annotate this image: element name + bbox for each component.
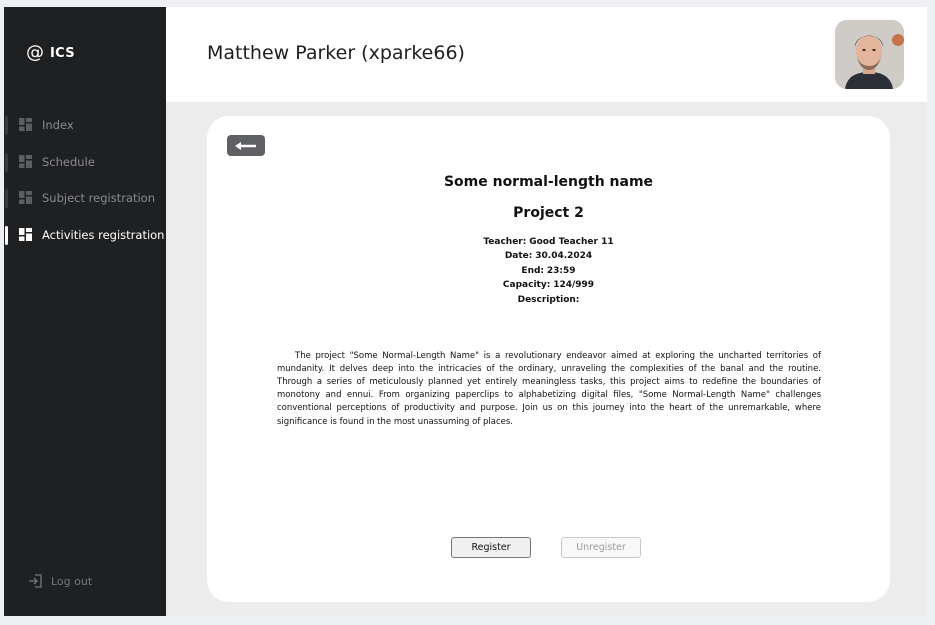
grid-icon	[19, 191, 32, 204]
unregister-button[interactable]: Unregister	[561, 537, 641, 558]
sidebar-item-schedule[interactable]: Schedule	[4, 144, 166, 181]
capacity-label: Capacity:	[502, 280, 551, 291]
app-window: @ ICS Index Schedule Subject registratio…	[4, 7, 927, 616]
teacher-value: Good Teacher 11	[529, 237, 614, 247]
sidebar-item-index[interactable]: Index	[4, 107, 166, 144]
register-button[interactable]: Register	[451, 537, 531, 558]
activity-details: Teacher: Good Teacher 11 Date: 30.04.202…	[207, 235, 890, 307]
sidebar-item-label: Subject registration	[42, 191, 155, 206]
nav-marker	[5, 152, 8, 172]
grid-icon	[19, 154, 32, 168]
brand-logo: @ ICS	[26, 44, 75, 62]
activity-subtitle: Project 2	[513, 205, 584, 221]
capacity-value: 124/999	[553, 280, 595, 291]
arrow-left-icon	[235, 141, 256, 150]
back-button[interactable]	[227, 135, 265, 156]
nav-marker	[5, 189, 8, 208]
logout-label: Log out	[51, 574, 93, 588]
description-label: Description:	[517, 294, 580, 305]
nav-marker	[5, 116, 8, 135]
sidebar-item-label: Activities registration	[42, 227, 165, 242]
avatar-portrait	[835, 20, 904, 89]
brand-name: ICS	[50, 45, 75, 61]
date-label: Date:	[504, 251, 533, 262]
user-name: Matthew Parker (xparke66)	[207, 42, 465, 64]
activity-title: Some normal-length name	[443, 174, 654, 190]
nav-marker	[5, 225, 8, 245]
capacity-row: Capacity: 124/999	[207, 278, 890, 292]
description-row: Description:	[207, 293, 890, 307]
end-row: End: 23:59	[207, 264, 890, 278]
sidebar-nav: Index Schedule Subject registration Acti…	[4, 107, 166, 253]
date-value: 30.04.2024	[535, 251, 593, 262]
at-icon: @	[26, 42, 44, 63]
logout-icon	[29, 574, 42, 588]
logout-button[interactable]: Log out	[28, 574, 92, 588]
sidebar-item-label: Index	[42, 118, 74, 133]
end-value: 23:59	[546, 265, 576, 276]
avatar[interactable]	[835, 20, 904, 89]
date-row: Date: 30.04.2024	[207, 249, 890, 263]
sidebar-item-subject-registration[interactable]: Subject registration	[4, 180, 166, 217]
activity-description: The project "Some Normal-Length Name" is…	[277, 350, 821, 427]
sidebar-item-activities-registration[interactable]: Activities registration	[4, 217, 166, 254]
sidebar-item-label: Schedule	[42, 154, 95, 169]
grid-icon	[19, 118, 32, 131]
header: Matthew Parker (xparke66)	[166, 7, 927, 102]
teacher-label: Teacher:	[483, 237, 527, 247]
activity-detail-card: Some normal-length name Project 2 Teache…	[207, 116, 890, 602]
sidebar: @ ICS Index Schedule Subject registratio…	[4, 7, 166, 616]
end-label: End:	[521, 265, 545, 276]
grid-icon	[19, 227, 32, 241]
teacher-row: Teacher: Good Teacher 11	[207, 235, 890, 249]
